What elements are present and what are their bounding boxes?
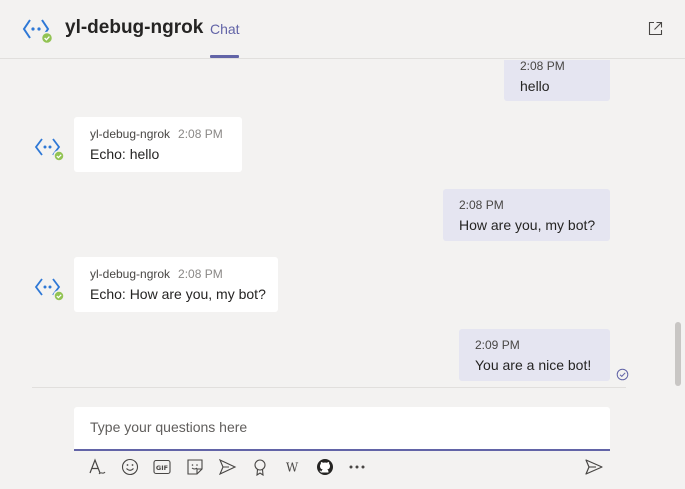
emoji-icon[interactable] xyxy=(119,456,141,478)
bot-avatar-icon xyxy=(34,275,66,309)
sticker-icon[interactable] xyxy=(184,456,206,478)
sent-message: 2:09 PM You are a nice bot! xyxy=(459,329,610,381)
message-time: 2:08 PM xyxy=(520,60,565,73)
wiki-icon[interactable]: W xyxy=(281,456,303,478)
message-text: How are you, my bot? xyxy=(459,217,596,233)
bot-avatar-icon xyxy=(34,135,66,169)
compose-box xyxy=(74,407,610,451)
compose-toolbar: GIF W xyxy=(86,455,379,479)
message-text: hello xyxy=(520,78,550,94)
github-icon[interactable] xyxy=(314,456,336,478)
send-icon[interactable] xyxy=(584,457,604,477)
format-icon[interactable] xyxy=(86,456,108,478)
message-time: 2:09 PM xyxy=(475,338,520,352)
received-message: yl-debug-ngrok 2:08 PM Echo: How are you,… xyxy=(74,257,278,312)
message-sender: yl-debug-ngrok 2:08 PM xyxy=(90,127,223,141)
meet-icon[interactable] xyxy=(216,456,238,478)
tab-active-indicator xyxy=(210,55,239,58)
message-list-divider xyxy=(32,387,626,388)
more-options-icon[interactable] xyxy=(346,456,368,478)
tab-chat[interactable]: Chat xyxy=(210,21,240,37)
message-list: 2:08 PM hello yl-debug-ngrok 2:08 PM Echo… xyxy=(0,60,685,388)
message-text: You are a nice bot! xyxy=(475,357,592,373)
received-message: yl-debug-ngrok 2:08 PM Echo: hello xyxy=(74,117,242,172)
gif-label: GIF xyxy=(156,464,168,472)
chat-title: yl-debug-ngrok xyxy=(65,17,204,38)
sent-message: 2:08 PM How are you, my bot? xyxy=(443,189,610,241)
message-sender: yl-debug-ngrok 2:08 PM xyxy=(90,267,223,281)
message-input[interactable] xyxy=(90,419,590,435)
sent-message: 2:08 PM hello xyxy=(504,60,610,101)
gif-icon[interactable]: GIF xyxy=(151,456,173,478)
read-receipt-icon xyxy=(616,366,629,385)
scrollbar-thumb[interactable] xyxy=(675,322,681,386)
message-text: Echo: How are you, my bot? xyxy=(90,286,266,302)
message-text: Echo: hello xyxy=(90,146,160,162)
message-time: 2:08 PM xyxy=(459,198,504,212)
praise-icon[interactable] xyxy=(249,456,271,478)
bot-avatar-icon xyxy=(22,16,54,50)
chat-header: yl-debug-ngrok Chat xyxy=(0,0,685,59)
message-time: 2:08 PM xyxy=(178,267,223,281)
message-time: 2:08 PM xyxy=(178,127,223,141)
popout-icon[interactable] xyxy=(648,21,663,40)
wiki-label: W xyxy=(286,461,299,475)
